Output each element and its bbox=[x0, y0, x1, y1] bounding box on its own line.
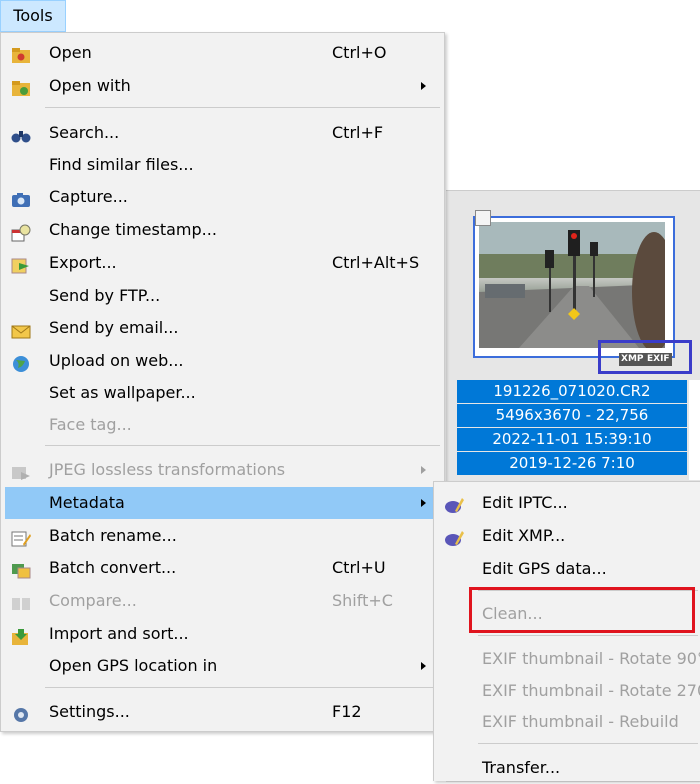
export-icon bbox=[11, 254, 31, 274]
email-icon bbox=[11, 319, 31, 339]
compare-icon bbox=[11, 592, 31, 610]
menu-item-open-with[interactable]: Open with bbox=[5, 70, 440, 102]
submenu-item-exif-rotate-270: EXIF thumbnail - Rotate 270 bbox=[482, 681, 700, 700]
batch-convert-icon bbox=[11, 559, 31, 579]
globe-icon bbox=[11, 352, 31, 372]
info-taken-date: 2019-12-26 7:10 bbox=[457, 452, 687, 475]
menu-item-compare: Compare... Shift+C bbox=[5, 585, 440, 617]
menu-separator bbox=[45, 687, 440, 688]
scrollbar[interactable] bbox=[689, 380, 700, 480]
menu-item-find-similar[interactable]: Find similar files... bbox=[5, 149, 440, 181]
menu-separator bbox=[478, 743, 698, 744]
menu-item-jpeg-lossless: JPEG lossless transformations bbox=[5, 454, 440, 486]
submenu-item-edit-iptc[interactable]: Edit IPTC... bbox=[438, 487, 700, 519]
metadata-badges-annotation: XMP EXIF bbox=[598, 340, 692, 374]
menu-item-open[interactable]: Open Ctrl+O bbox=[5, 37, 440, 69]
clean-highlight-annotation bbox=[469, 587, 695, 633]
thumbnail-photo bbox=[479, 222, 665, 348]
xmp-badge: XMP bbox=[619, 353, 646, 366]
menu-separator bbox=[45, 107, 440, 108]
menubar: Tools bbox=[0, 0, 700, 32]
tools-menu: Open Ctrl+O Open with Search... Ctrl+F F… bbox=[0, 32, 445, 732]
open-with-icon bbox=[11, 77, 31, 96]
submenu-arrow-icon bbox=[421, 466, 426, 474]
submenu-item-exif-rotate-90: EXIF thumbnail - Rotate 90° bbox=[482, 649, 700, 668]
menu-item-set-wallpaper[interactable]: Set as wallpaper... bbox=[5, 377, 440, 409]
exif-badge: EXIF bbox=[645, 353, 672, 366]
submenu-item-edit-xmp[interactable]: Edit XMP... bbox=[438, 520, 700, 552]
jpeg-transform-icon bbox=[11, 461, 31, 480]
binoculars-icon bbox=[11, 124, 31, 143]
info-filename: 191226_071020.CR2 bbox=[457, 380, 687, 403]
menu-separator bbox=[478, 635, 698, 636]
info-modified-date: 2022-11-01 15:39:10 bbox=[457, 428, 687, 451]
calendar-clock-icon bbox=[11, 221, 31, 242]
info-dimensions: 5496x3670 - 22,756 bbox=[457, 404, 687, 427]
menu-separator bbox=[45, 445, 440, 446]
thumbnail-info: 191226_071020.CR2 5496x3670 - 22,756 202… bbox=[457, 380, 687, 476]
menu-item-open-gps[interactable]: Open GPS location in bbox=[5, 650, 440, 682]
menu-item-send-ftp[interactable]: Send by FTP... bbox=[5, 280, 440, 312]
submenu-item-exif-rebuild: EXIF thumbnail - Rebuild bbox=[482, 712, 679, 731]
menu-item-batch-convert[interactable]: Batch convert... Ctrl+U bbox=[5, 552, 440, 584]
camera-icon bbox=[11, 188, 31, 207]
open-icon bbox=[11, 44, 31, 63]
menu-item-capture[interactable]: Capture... bbox=[5, 181, 440, 213]
menu-item-batch-rename[interactable]: Batch rename... bbox=[5, 520, 440, 552]
menu-item-face-tag: Face tag... bbox=[49, 415, 132, 434]
menu-item-search[interactable]: Search... Ctrl+F bbox=[5, 117, 440, 149]
submenu-item-transfer[interactable]: Transfer... bbox=[438, 752, 700, 784]
street-scene-image bbox=[479, 222, 665, 348]
gear-icon bbox=[11, 703, 31, 722]
batch-rename-icon bbox=[11, 527, 31, 547]
edit-metadata-icon bbox=[444, 494, 464, 513]
menu-item-settings[interactable]: Settings... F12 bbox=[5, 696, 440, 728]
menu-item-change-timestamp[interactable]: Change timestamp... bbox=[5, 214, 440, 246]
edit-metadata-icon bbox=[444, 527, 464, 546]
submenu-arrow-icon bbox=[421, 662, 426, 670]
menu-item-metadata[interactable]: Metadata bbox=[5, 487, 440, 519]
menu-tools[interactable]: Tools bbox=[0, 0, 66, 32]
menu-item-upload-web[interactable]: Upload on web... bbox=[5, 345, 440, 377]
submenu-arrow-icon bbox=[421, 499, 426, 507]
image-thumbnail[interactable] bbox=[473, 216, 675, 358]
import-icon bbox=[11, 625, 31, 645]
menu-item-import-sort[interactable]: Import and sort... bbox=[5, 618, 440, 650]
submenu-arrow-icon bbox=[421, 82, 426, 90]
menu-item-send-email[interactable]: Send by email... bbox=[5, 312, 440, 344]
submenu-item-edit-gps[interactable]: Edit GPS data... bbox=[438, 553, 700, 585]
menu-item-export[interactable]: Export... Ctrl+Alt+S bbox=[5, 247, 440, 279]
thumbnail-select-checkbox[interactable] bbox=[475, 210, 491, 226]
